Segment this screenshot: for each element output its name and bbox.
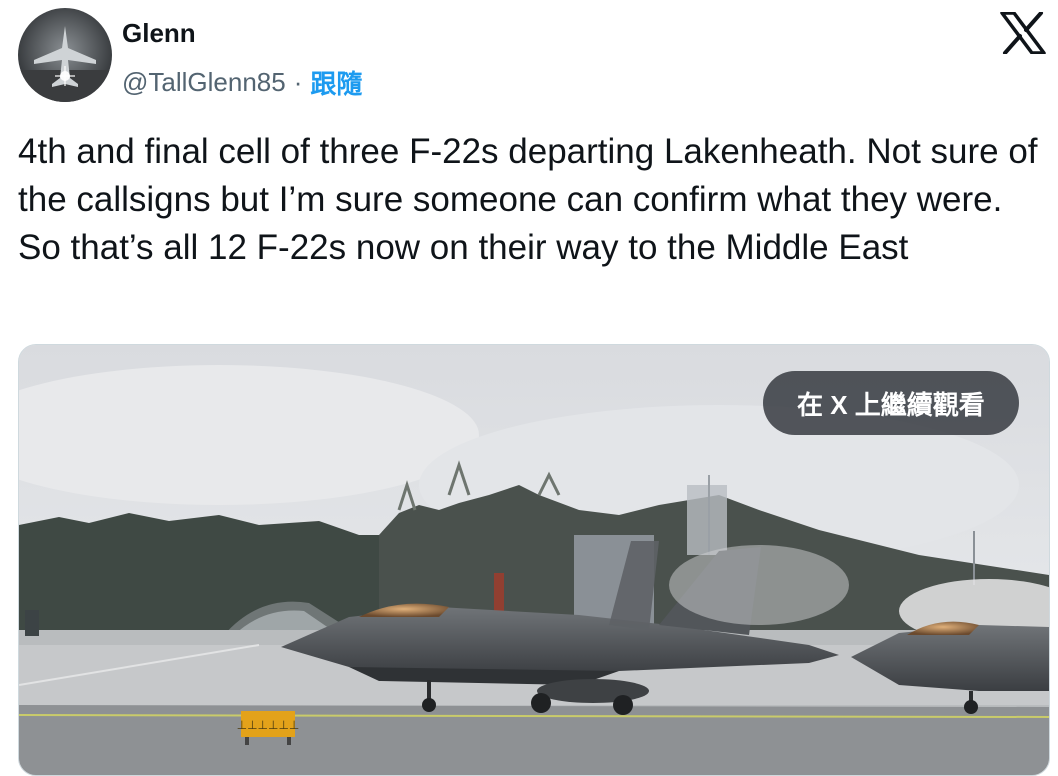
author-handle[interactable]: @TallGlenn85 xyxy=(122,67,286,98)
x-logo-icon[interactable] xyxy=(1000,11,1046,55)
watch-on-x-button[interactable]: 在 X 上繼續觀看 xyxy=(763,371,1019,435)
follow-button[interactable]: 跟隨 xyxy=(310,64,362,101)
separator-dot: · xyxy=(293,67,303,97)
avatar-jet-image xyxy=(18,8,112,102)
author-name[interactable]: Glenn xyxy=(122,18,196,49)
author-handle-row: @TallGlenn85 · 跟隨 xyxy=(122,64,362,101)
author-avatar[interactable] xyxy=(18,8,112,102)
tweet-text: 4th and final cell of three F-22s depart… xyxy=(18,132,1038,267)
tweet-video-media[interactable]: ⊥⊥⊥⊥⊥⊥ 在 X 上繼續觀看 xyxy=(18,344,1050,776)
runway-sign-text: ⊥⊥⊥⊥⊥⊥ xyxy=(237,718,300,732)
